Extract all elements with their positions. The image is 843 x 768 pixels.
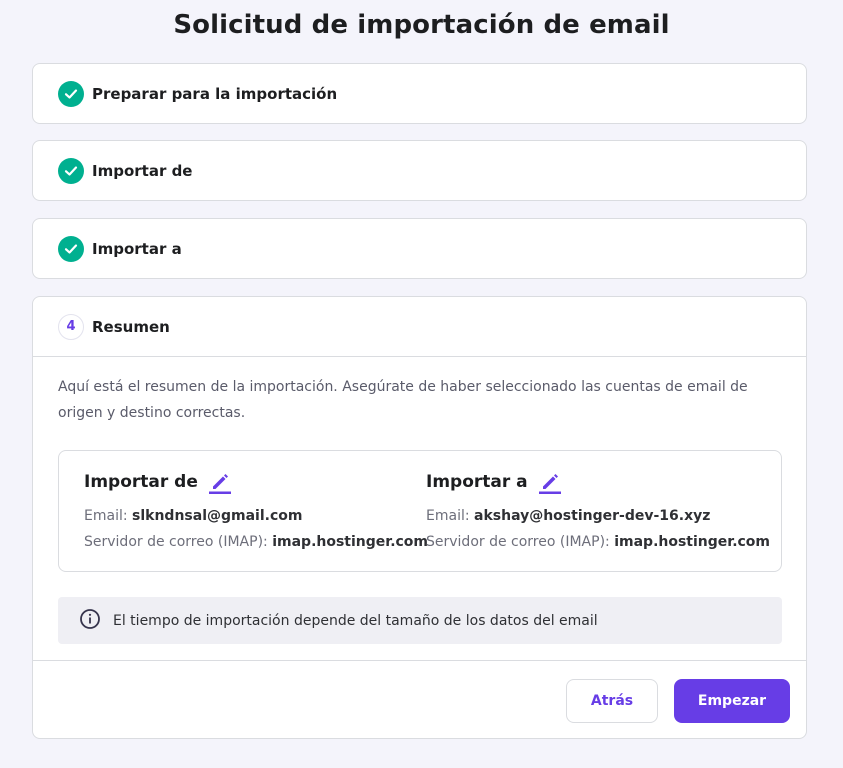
summary-intro: Aquí está el resumen de la importación. … [58,379,748,421]
page-title: Solicitud de importación de email [173,10,670,40]
step-label: Resumen [92,317,170,336]
info-notice: El tiempo de importación depende del tam… [58,597,782,644]
import-from-server: Servidor de correo (IMAP): imap.hostinge… [84,534,429,550]
step-number-badge: 4 [58,313,84,340]
summary-details-box: Importar de Email: slkndnsal@gmail.com S… [58,450,782,572]
step-label: Importar de [92,161,193,180]
check-circle-icon [58,80,84,107]
back-button[interactable]: Atrás [566,679,658,723]
import-to-column: Importar a Email: akshay@hostinger-dev-1… [426,467,770,553]
step-label: Preparar para la importación [92,84,338,103]
footer-divider [33,660,806,661]
info-icon [79,608,101,634]
import-to-server: Servidor de correo (IMAP): imap.hostinge… [426,534,771,550]
step-prepare[interactable]: Preparar para la importación [32,63,807,124]
step-label: Importar a [92,239,182,258]
pencil-edit-icon[interactable] [537,469,563,495]
pencil-edit-icon[interactable] [207,469,233,495]
import-to-title: Importar a [426,472,528,492]
import-to-email: Email: akshay@hostinger-dev-16.xyz [426,508,711,524]
step-import-from[interactable]: Importar de [32,140,807,201]
import-from-title: Importar de [84,472,198,492]
check-circle-icon [58,235,84,262]
step-summary: 4 Resumen Aquí está el resumen de la imp… [32,296,807,739]
import-from-email: Email: slkndnsal@gmail.com [84,508,303,524]
check-circle-icon [58,157,84,184]
info-notice-text: El tiempo de importación depende del tam… [113,612,598,629]
start-button[interactable]: Empezar [674,679,790,723]
summary-header: 4 Resumen [33,297,806,357]
step-import-to[interactable]: Importar a [32,218,807,279]
import-from-column: Importar de Email: slkndnsal@gmail.com S… [84,467,428,553]
